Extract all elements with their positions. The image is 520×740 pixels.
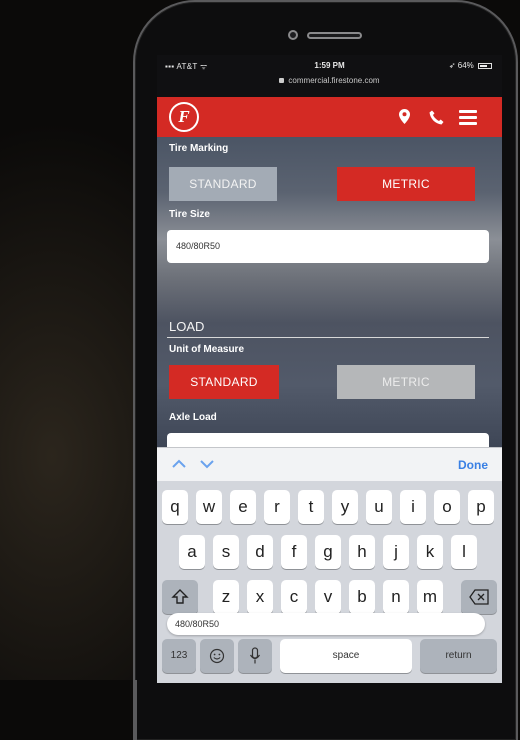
key-v[interactable]: v — [315, 580, 341, 614]
previous-field-arrow-icon[interactable] — [171, 457, 187, 471]
tire-marking-standard-button[interactable]: STANDARD — [169, 167, 277, 201]
key-i[interactable]: i — [400, 490, 426, 524]
ios-keyboard: Done q w e r t y u i o p a s d f g h j k… — [157, 447, 502, 683]
key-t[interactable]: t — [298, 490, 324, 524]
unit-of-measure-label: Unit of Measure — [169, 344, 245, 355]
key-g[interactable]: g — [315, 535, 341, 569]
site-header: F — [157, 97, 502, 137]
emoji-icon — [209, 648, 225, 664]
battery-indicator: ➶ 64% — [449, 61, 492, 70]
emoji-key[interactable] — [200, 639, 234, 673]
key-q[interactable]: q — [162, 490, 188, 524]
key-o[interactable]: o — [434, 490, 460, 524]
key-n[interactable]: n — [383, 580, 409, 614]
battery-icon — [478, 62, 492, 69]
next-field-arrow-icon[interactable] — [199, 457, 215, 471]
key-x[interactable]: x — [247, 580, 273, 614]
return-key[interactable]: return — [420, 639, 497, 673]
done-button[interactable]: Done — [458, 458, 488, 472]
load-section-title: LOAD — [169, 319, 205, 334]
location-arrow-icon: ➶ — [448, 61, 458, 70]
microphone-icon — [249, 647, 261, 664]
key-h[interactable]: h — [349, 535, 375, 569]
status-bar: ▪▪▪ AT&T ᯤ 1:59 PM ➶ 64% commercial.fire… — [157, 55, 502, 97]
unit-standard-button[interactable]: STANDARD — [169, 365, 279, 399]
map-pin-icon[interactable] — [399, 109, 410, 124]
key-j[interactable]: j — [383, 535, 409, 569]
battery-percent: 64% — [457, 61, 474, 70]
key-e[interactable]: e — [230, 490, 256, 524]
key-a[interactable]: a — [179, 535, 205, 569]
key-b[interactable]: b — [349, 580, 375, 614]
key-r[interactable]: r — [264, 490, 290, 524]
key-f[interactable]: f — [281, 535, 307, 569]
phone-screen: ▪▪▪ AT&T ᯤ 1:59 PM ➶ 64% commercial.fire… — [157, 55, 502, 683]
key-s[interactable]: s — [213, 535, 239, 569]
key-c[interactable]: c — [281, 580, 307, 614]
key-u[interactable]: u — [366, 490, 392, 524]
firestone-logo[interactable]: F — [169, 102, 199, 132]
phone-frame-edge — [135, 680, 137, 740]
tire-marking-label: Tire Marking — [169, 143, 229, 154]
backspace-icon — [469, 589, 489, 605]
numbers-key[interactable]: 123 — [162, 639, 196, 673]
address-bar[interactable]: commercial.firestone.com — [157, 76, 502, 85]
axle-load-label: Axle Load — [169, 412, 217, 423]
hamburger-menu-icon[interactable] — [459, 110, 477, 125]
key-l[interactable]: l — [451, 535, 477, 569]
earpiece-speaker — [307, 32, 362, 39]
space-key[interactable]: space — [280, 639, 412, 673]
url-text: commercial.firestone.com — [288, 76, 380, 85]
key-z[interactable]: z — [213, 580, 239, 614]
shift-key[interactable] — [162, 580, 198, 614]
autofill-suggestion[interactable]: 480/80R50 — [167, 613, 485, 635]
key-k[interactable]: k — [417, 535, 443, 569]
phone-icon[interactable] — [429, 110, 444, 125]
key-p[interactable]: p — [468, 490, 494, 524]
tire-size-input[interactable]: 480/80R50 — [167, 230, 489, 263]
tire-marking-metric-button[interactable]: METRIC — [337, 167, 475, 201]
dictation-key[interactable] — [238, 639, 272, 673]
front-camera — [288, 30, 298, 40]
unit-metric-button[interactable]: METRIC — [337, 365, 475, 399]
form-area: Tire Marking STANDARD METRIC Tire Size 4… — [157, 137, 502, 453]
lock-icon — [279, 78, 285, 84]
section-divider — [167, 337, 489, 338]
keyboard-accessory-bar: Done — [157, 447, 502, 481]
key-y[interactable]: y — [332, 490, 358, 524]
shift-icon — [171, 589, 189, 604]
tire-size-label: Tire Size — [169, 209, 210, 220]
delete-key[interactable] — [461, 580, 497, 614]
key-m[interactable]: m — [417, 580, 443, 614]
key-d[interactable]: d — [247, 535, 273, 569]
key-w[interactable]: w — [196, 490, 222, 524]
